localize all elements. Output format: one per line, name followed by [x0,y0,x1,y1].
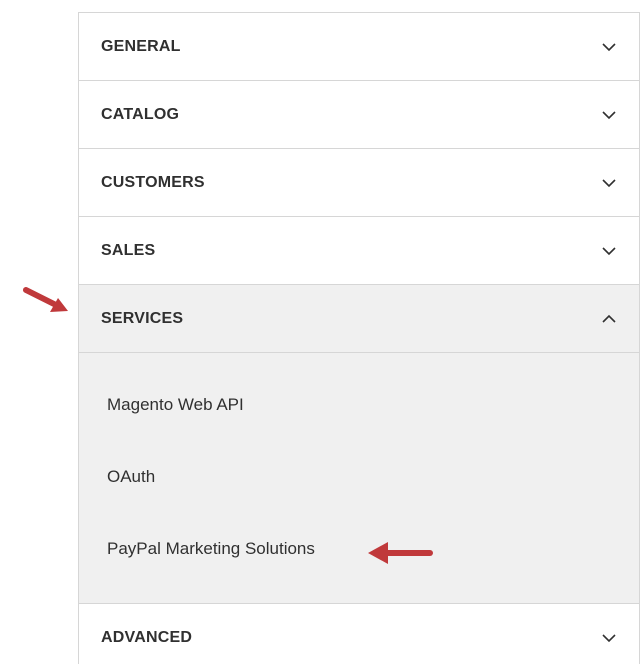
config-tabs-accordion: GENERAL CATALOG CUSTOMERS SALES SERVICES [78,12,640,664]
section-title-sales: SALES [101,241,156,259]
section-title-services: SERVICES [101,309,184,327]
submenu-item-magento-web-api[interactable]: Magento Web API [79,369,639,441]
section-title-customers: CUSTOMERS [101,173,205,191]
annotation-arrow-paypal [368,542,433,564]
chevron-down-icon [602,110,616,119]
section-general[interactable]: GENERAL [79,13,639,81]
section-sales[interactable]: SALES [79,217,639,285]
section-customers[interactable]: CUSTOMERS [79,149,639,217]
stage: GENERAL CATALOG CUSTOMERS SALES SERVICES [0,0,641,664]
submenu-item-paypal-marketing-solutions[interactable]: PayPal Marketing Solutions [79,513,639,585]
services-submenu: Magento Web API OAuth PayPal Marketing S… [79,353,639,604]
annotation-arrow-services [23,287,68,312]
chevron-down-icon [602,42,616,51]
section-services[interactable]: SERVICES [79,285,639,353]
chevron-down-icon [602,178,616,187]
chevron-down-icon [602,634,616,643]
section-title-general: GENERAL [101,37,181,55]
section-title-advanced: ADVANCED [101,629,193,646]
section-title-catalog: CATALOG [101,105,180,123]
chevron-down-icon [602,246,616,255]
submenu-item-oauth[interactable]: OAuth [79,441,639,513]
section-advanced[interactable]: ADVANCED [79,604,639,664]
chevron-up-icon [602,314,616,323]
section-catalog[interactable]: CATALOG [79,81,639,149]
